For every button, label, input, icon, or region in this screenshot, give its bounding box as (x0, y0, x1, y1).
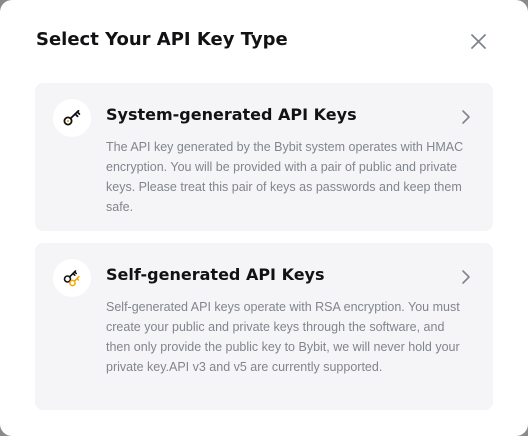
option-description: Self-generated API keys operate with RSA… (106, 300, 460, 374)
close-icon (471, 34, 486, 49)
chevron-right-icon (462, 110, 470, 124)
option-icon-wrap (53, 259, 91, 297)
option-description: The API key generated by the Bybit syste… (106, 140, 464, 214)
option-self-generated[interactable]: Self-generated API Keys Self-generated A… (35, 243, 493, 410)
api-key-type-dialog: Select Your API Key Type System-generate… (0, 0, 528, 436)
key-icon (63, 109, 81, 126)
option-title: Self-generated API Keys (106, 265, 325, 284)
keys-pair-icon (63, 270, 80, 287)
close-button[interactable] (466, 29, 492, 55)
chevron-right-icon (462, 270, 470, 284)
option-icon-wrap (53, 99, 91, 137)
dialog-title: Select Your API Key Type (36, 29, 288, 50)
option-title: System-generated API Keys (106, 105, 357, 124)
option-system-generated[interactable]: System-generated API Keys The API key ge… (35, 83, 493, 231)
